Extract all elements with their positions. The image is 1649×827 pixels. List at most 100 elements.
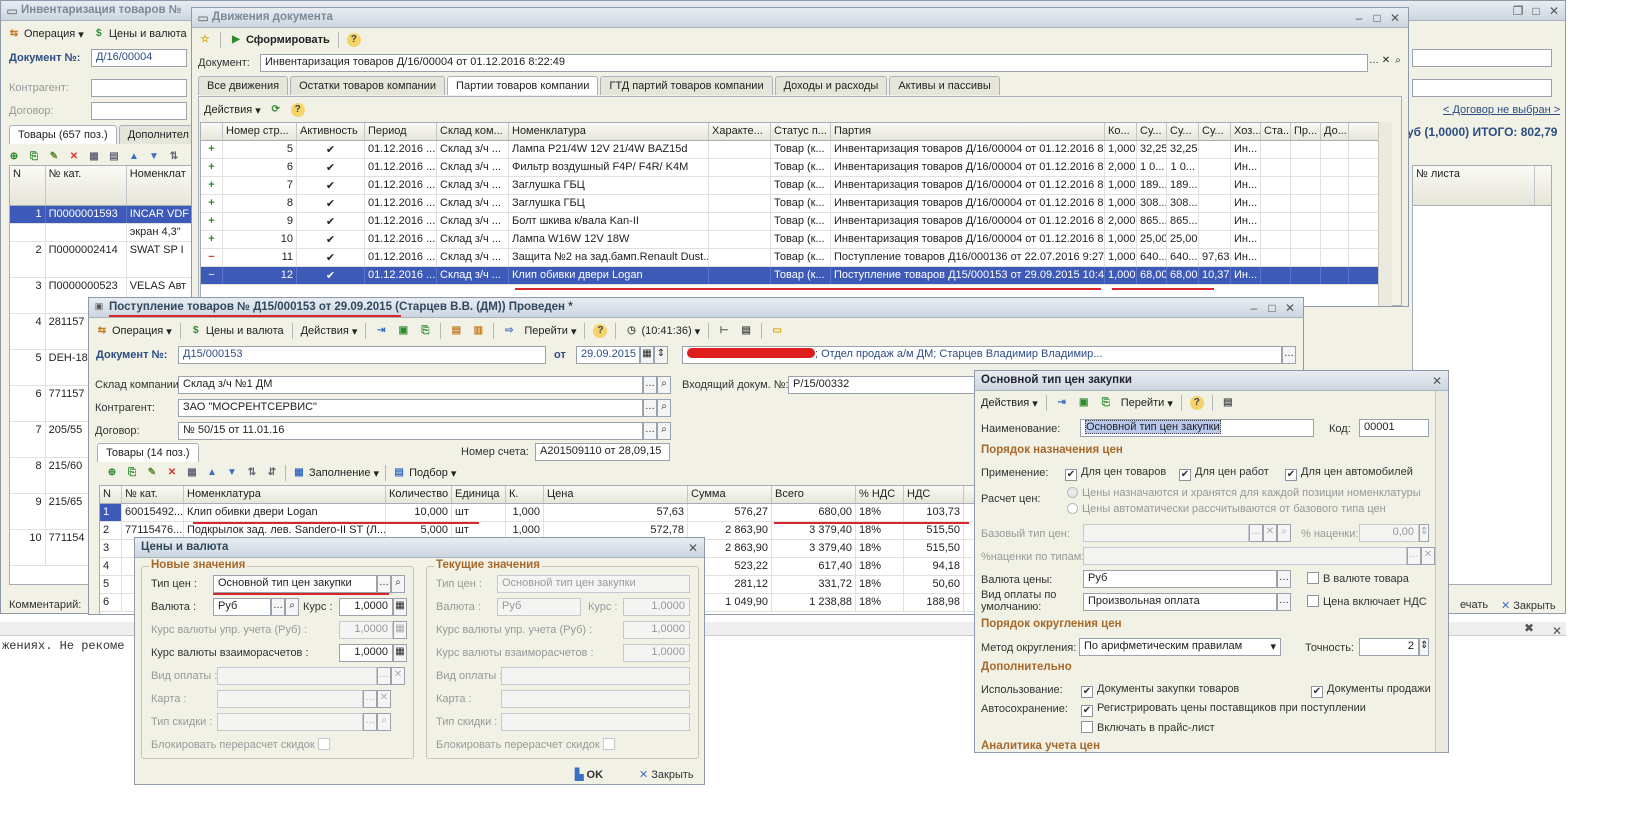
settle-rate-calc-icon[interactable]: ▦ xyxy=(393,644,407,662)
actions-menu[interactable]: Действия ▾ xyxy=(981,397,1038,410)
save-icon[interactable]: ▣ xyxy=(1077,396,1091,410)
doc-clear-icon[interactable]: ✕ xyxy=(1380,54,1392,72)
delete-icon[interactable]: ✕ xyxy=(165,466,179,480)
pick-menu[interactable]: ▤ Подбор ▾ xyxy=(392,466,456,480)
restore-icon-2[interactable]: □ xyxy=(1529,4,1543,18)
contract-select-icon[interactable]: … xyxy=(643,422,657,440)
down-icon[interactable]: ▼ xyxy=(147,150,161,164)
prices-button[interactable]: $ Цены и валюта xyxy=(189,324,284,338)
currency-field[interactable]: Руб xyxy=(213,598,271,616)
table-row[interactable]: +9 ✔ 01.12.2016 ... Склад з/ч ... Болт шкива… xyxy=(201,213,1391,231)
column-header[interactable]: Су... xyxy=(1199,123,1231,140)
vat-included-checkbox[interactable]: Цена включает НДС xyxy=(1307,595,1427,608)
column-header[interactable]: Статус п... xyxy=(771,123,831,140)
add-icon[interactable]: ⊕ xyxy=(7,150,21,164)
code-field[interactable]: 00001 xyxy=(1359,419,1429,437)
column-header[interactable]: Склад ком... xyxy=(437,123,509,140)
post-icon[interactable]: ⇥ xyxy=(374,324,388,338)
currency-select-icon[interactable]: … xyxy=(271,598,285,616)
calendar-icon[interactable]: ▦ xyxy=(640,346,654,364)
time-button[interactable]: ◷ (10:41:36) ▾ xyxy=(624,324,700,338)
up-icon[interactable]: ▲ xyxy=(205,466,219,480)
pin-icon[interactable]: ✖ xyxy=(1522,621,1536,635)
column-header[interactable]: Активность xyxy=(297,123,365,140)
actions-menu[interactable]: Действия ▾ xyxy=(204,104,261,117)
price-type-select-icon[interactable]: … xyxy=(377,575,391,593)
table-row[interactable]: +8 ✔ 01.12.2016 ... Склад з/ч ... Заглушка Г… xyxy=(201,195,1391,213)
tab-extra[interactable]: Дополнител xyxy=(118,125,198,144)
column-header[interactable]: Единица xyxy=(452,486,506,503)
column-header[interactable]: До... xyxy=(1321,123,1349,140)
pricelist-checkbox[interactable]: Включать в прайс-лист xyxy=(1081,721,1215,734)
delete-icon[interactable]: ✕ xyxy=(67,150,81,164)
column-header[interactable]: Пр... xyxy=(1291,123,1321,140)
column-header[interactable]: Количество xyxy=(386,486,452,503)
precision-spin-icon[interactable]: ⇕ xyxy=(1419,638,1429,656)
column-header[interactable]: Период xyxy=(365,123,437,140)
refresh-icon[interactable]: ⟳ xyxy=(269,103,283,117)
mark-icon[interactable]: ▦ xyxy=(87,150,101,164)
help-icon[interactable]: ? xyxy=(593,324,608,338)
minimize-icon[interactable]: – xyxy=(1247,301,1261,315)
tab-movement-2[interactable]: Партии товаров компании xyxy=(447,76,599,95)
warehouse-select-icon[interactable]: … xyxy=(643,376,657,394)
payment-select-icon[interactable]: … xyxy=(1277,593,1291,611)
warehouse-search-icon[interactable]: ⌕ xyxy=(657,376,671,394)
calc-option-1[interactable]: Цены назначаются и хранятся для каждой п… xyxy=(1067,487,1421,499)
price-type-search-icon[interactable]: ⌕ xyxy=(391,575,405,593)
doc-search-icon[interactable]: ⌕ xyxy=(1392,54,1404,72)
contractor-search-icon[interactable]: ⌕ xyxy=(657,399,671,417)
for-cars-checkbox[interactable]: ✔ Для цен автомобилей xyxy=(1285,466,1413,481)
table-row[interactable]: +5 ✔ 01.12.2016 ... Склад з/ч ... Лампа P21/… xyxy=(201,141,1391,159)
purchase-docs-checkbox[interactable]: ✔ Документы закупки товаров xyxy=(1081,683,1239,698)
tab-movement-4[interactable]: Доходы и расходы xyxy=(774,76,888,95)
fill-menu[interactable]: ▦ Заполнение ▾ xyxy=(292,466,379,480)
copy-doc-icon[interactable]: ⎘ xyxy=(418,324,432,338)
column-header[interactable]: Сумма xyxy=(688,486,772,503)
close-icon[interactable]: ✕ xyxy=(1283,301,1297,315)
contract-field[interactable] xyxy=(91,102,187,120)
sort-asc-icon[interactable]: ⇅ xyxy=(245,466,259,480)
settle-rate-field[interactable]: 1,0000 xyxy=(339,644,393,662)
contractor-field[interactable]: ЗАО "МОСРЕНТСЕРВИС" xyxy=(178,399,643,417)
tab-movement-1[interactable]: Остатки товаров компании xyxy=(290,76,446,95)
rate-calc-icon[interactable]: ▦ xyxy=(393,598,407,616)
table-row[interactable]: экран 4,3" xyxy=(10,224,192,242)
column-header[interactable]: Ко... xyxy=(1105,123,1137,140)
star-icon[interactable]: ☆ xyxy=(198,33,212,47)
grid-icon[interactable]: ▤ xyxy=(107,150,121,164)
ok-button[interactable]: ▙ OK xyxy=(575,768,603,781)
table-row[interactable]: 1 П0000001593 INCAR VDF xyxy=(10,206,192,224)
tab-movement-5[interactable]: Активы и пассивы xyxy=(889,76,1000,95)
restore-icon[interactable]: ❐ xyxy=(1511,4,1525,18)
rounding-method-select[interactable]: По арифметическим правилам ▾ xyxy=(1079,638,1281,656)
col-n[interactable]: N xyxy=(10,166,46,205)
column-header[interactable]: % НДС xyxy=(856,486,904,503)
org-select-icon[interactable]: … xyxy=(1282,346,1296,364)
table-row[interactable]: 2 П0000002414 SWAT SP I xyxy=(10,242,192,278)
column-header[interactable]: НДС xyxy=(904,486,964,503)
calc-option-2[interactable]: Цены автоматически рассчитываются от баз… xyxy=(1067,503,1386,515)
contractor-select-icon[interactable]: … xyxy=(643,399,657,417)
in-goods-currency-checkbox[interactable]: В валюте товара xyxy=(1307,572,1409,585)
for-goods-checkbox[interactable]: ✔ Для цен товаров xyxy=(1065,466,1166,481)
close-icon[interactable]: ✕ xyxy=(1547,4,1561,18)
generate-button[interactable]: ▶ Сформировать xyxy=(229,33,330,47)
table-row[interactable]: +10 ✔ 01.12.2016 ... Склад з/ч ... Лампа W16… xyxy=(201,231,1391,249)
price-type-field[interactable]: Основной тип цен закупки xyxy=(213,575,377,593)
column-header[interactable]: Ста... xyxy=(1261,123,1291,140)
structure-icon[interactable]: ⊢ xyxy=(717,324,731,338)
maximize-icon[interactable]: □ xyxy=(1370,11,1384,25)
column-header[interactable]: Су... xyxy=(1137,123,1167,140)
copy-icon[interactable]: ⎘ xyxy=(1099,396,1113,410)
precision-field[interactable]: 2 xyxy=(1359,638,1419,656)
sales-docs-checkbox[interactable]: ✔ Документы продажи xyxy=(1311,683,1431,698)
spin-icon[interactable]: ⇕ xyxy=(654,346,668,364)
table-row[interactable]: −11 ✔ 01.12.2016 ... Склад з/ч ... Защита №2… xyxy=(201,249,1391,267)
right-field[interactable] xyxy=(1412,49,1552,67)
column-header[interactable]: Номенклатура xyxy=(509,123,709,140)
organization-field[interactable]: ; Отдел продаж а/м ДМ; Старцев Владимир … xyxy=(682,346,1282,364)
column-header[interactable]: Характе... xyxy=(709,123,771,140)
rate-field[interactable]: 1,0000 xyxy=(339,598,393,616)
save-icon[interactable]: ▣ xyxy=(396,324,410,338)
